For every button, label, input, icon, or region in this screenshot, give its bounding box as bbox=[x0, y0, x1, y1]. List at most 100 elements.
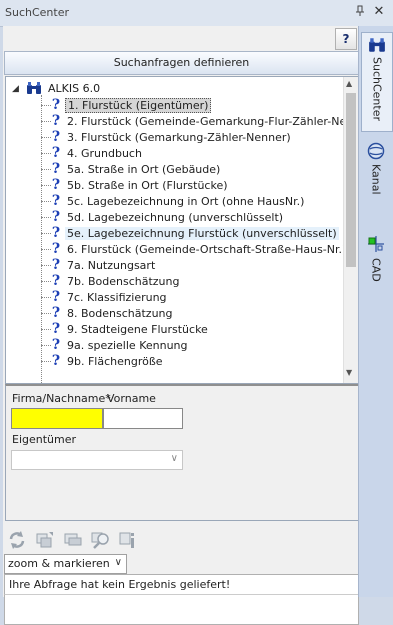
tree-item[interactable]: ? 5b. Straße in Ort (Flurstücke) bbox=[41, 177, 230, 193]
tree-connector bbox=[41, 280, 51, 282]
tree-item[interactable]: ? 9a. spezielle Kennung bbox=[41, 337, 190, 353]
tree-item-label: 5e. Lagebezeichnung Flurstück (unverschl… bbox=[65, 226, 339, 240]
tree-item-label: 5c. Lagebezeichnung in Ort (ohne HausNr.… bbox=[67, 194, 305, 208]
vorname-label: Vorname bbox=[107, 392, 156, 405]
query-help-icon: ? bbox=[51, 177, 61, 193]
query-help-icon: ? bbox=[51, 353, 61, 369]
tree-item-label: 9a. spezielle Kennung bbox=[67, 338, 188, 352]
tree-item-label: 7b. Bodenschätzung bbox=[67, 274, 180, 288]
result-list[interactable] bbox=[4, 594, 359, 625]
search-form: Firma/Nachname* Vorname Eigentümer ∨ bbox=[5, 384, 359, 521]
tree-item[interactable]: ? 1. Flurstück (Eigentümer) bbox=[41, 97, 212, 113]
tab-kanal-label: Kanal bbox=[369, 164, 383, 195]
tree-item[interactable]: ? 3. Flurstück (Gemarkung-Zähler-Nenner) bbox=[41, 129, 293, 145]
tree-item[interactable]: ? 9. Stadteigene Flurstücke bbox=[41, 321, 210, 337]
tab-cad-label: CAD bbox=[369, 258, 383, 282]
query-help-icon: ? bbox=[51, 97, 61, 113]
tree-connector bbox=[41, 136, 51, 138]
tree-item-label: 1. Flurstück (Eigentümer) bbox=[65, 97, 212, 113]
tree-connector bbox=[41, 168, 51, 170]
help-button[interactable]: ? bbox=[335, 28, 357, 50]
eigentuemer-label: Eigentümer bbox=[12, 433, 77, 446]
tree-connector bbox=[41, 184, 51, 186]
tree-item-label: 9b. Flächengröße bbox=[67, 354, 163, 368]
side-tab-bar: SuchCenter Kanal CAD bbox=[358, 26, 393, 597]
tree-connector bbox=[41, 312, 51, 314]
info-icon[interactable] bbox=[119, 530, 139, 550]
tree-connector bbox=[41, 200, 51, 202]
tree-scrollbar[interactable]: ▲ ▼ bbox=[343, 77, 358, 383]
tree-item-label: 9. Stadteigene Flurstücke bbox=[67, 322, 208, 336]
query-help-icon: ? bbox=[51, 257, 61, 273]
close-icon[interactable]: ✕ bbox=[372, 4, 386, 20]
collapse-icon[interactable]: ◢ bbox=[12, 84, 22, 94]
tree-connector bbox=[41, 344, 51, 346]
scroll-up-icon[interactable]: ▲ bbox=[346, 79, 352, 88]
query-help-icon: ? bbox=[51, 113, 61, 129]
tree-item[interactable]: ? 5d. Lagebezeichnung (unverschlüsselt) bbox=[41, 209, 285, 225]
query-help-icon: ? bbox=[51, 321, 61, 337]
tree-connector bbox=[41, 328, 51, 330]
define-queries-button[interactable]: Suchanfragen definieren bbox=[4, 51, 359, 75]
pin-icon[interactable] bbox=[354, 5, 366, 19]
query-help-icon: ? bbox=[51, 225, 61, 241]
tab-suchcenter[interactable]: SuchCenter bbox=[361, 32, 393, 132]
tree-connector bbox=[41, 248, 51, 250]
tree-connector bbox=[41, 360, 51, 362]
search-zoom-icon[interactable] bbox=[91, 530, 111, 550]
tree-root-alkis[interactable]: ◢ ALKIS 6.0 bbox=[12, 81, 100, 97]
tab-kanal[interactable]: Kanal bbox=[361, 138, 391, 218]
tree-item-label: 5b. Straße in Ort (Flurstücke) bbox=[67, 178, 228, 192]
query-help-icon: ? bbox=[51, 129, 61, 145]
tree-item[interactable]: ? 8. Bodenschätzung bbox=[41, 305, 175, 321]
tree-connector bbox=[41, 232, 51, 234]
tree-item-label: 7a. Nutzungsart bbox=[67, 258, 156, 272]
zoom-mode-select[interactable]: zoom & markieren ∨ bbox=[4, 554, 127, 574]
query-help-icon: ? bbox=[51, 145, 61, 161]
tab-cad[interactable]: CAD bbox=[361, 230, 391, 300]
tree-item[interactable]: ? 7a. Nutzungsart bbox=[41, 257, 157, 273]
window-title: SuchCenter bbox=[5, 6, 69, 19]
search-center-panel: ? Suchanfragen definieren ◢ ALKIS 6.0 ? 1… bbox=[3, 26, 359, 625]
binoculars-icon bbox=[26, 81, 42, 95]
tree-item[interactable]: ? 4. Grundbuch bbox=[41, 145, 144, 161]
tab-suchcenter-label: SuchCenter bbox=[370, 57, 384, 121]
tree-item-label: 5a. Straße in Ort (Gebäude) bbox=[67, 162, 221, 176]
query-help-icon: ? bbox=[51, 209, 61, 225]
query-help-icon: ? bbox=[51, 305, 61, 321]
query-tree[interactable]: ◢ ALKIS 6.0 ? 1. Flurstück (Eigentümer)? 2… bbox=[5, 76, 359, 384]
tree-root-label: ALKIS 6.0 bbox=[48, 81, 101, 95]
scroll-down-icon[interactable]: ▼ bbox=[346, 368, 352, 377]
firma-label: Firma/Nachname* bbox=[12, 392, 111, 405]
query-help-icon: ? bbox=[51, 193, 61, 209]
eigentuemer-select[interactable]: ∨ bbox=[11, 450, 183, 470]
tree-item[interactable]: ? 9b. Flächengröße bbox=[41, 353, 165, 369]
tree-item[interactable]: ? 5e. Lagebezeichnung Flurstück (unversch… bbox=[41, 225, 339, 241]
query-help-icon: ? bbox=[51, 161, 61, 177]
tree-item-label: 6. Flurstück (Gemeinde-Ortschaft-Straße-… bbox=[67, 242, 347, 256]
tree-connector bbox=[41, 104, 51, 106]
vorname-input[interactable] bbox=[103, 408, 183, 429]
tree-item-label: 7c. Klassifizierung bbox=[67, 290, 167, 304]
tree-connector bbox=[41, 120, 51, 122]
firma-input[interactable] bbox=[11, 408, 103, 429]
binoculars-icon bbox=[369, 38, 385, 52]
tree-item[interactable]: ? 5a. Straße in Ort (Gebäude) bbox=[41, 161, 222, 177]
zoom-mode-value: zoom & markieren bbox=[8, 557, 110, 570]
select-objects-icon[interactable] bbox=[63, 530, 83, 550]
tree-item[interactable]: ? 7b. Bodenschätzung bbox=[41, 273, 181, 289]
query-help-icon: ? bbox=[51, 273, 61, 289]
scroll-thumb[interactable] bbox=[346, 93, 356, 267]
zoom-to-selection-icon[interactable] bbox=[35, 530, 55, 550]
tree-item[interactable]: ? 5c. Lagebezeichnung in Ort (ohne HausNr… bbox=[41, 193, 306, 209]
tree-connector bbox=[41, 152, 51, 154]
kanal-icon bbox=[367, 142, 385, 160]
result-status: Ihre Abfrage hat kein Ergebnis geliefert… bbox=[4, 574, 359, 595]
refresh-icon[interactable] bbox=[7, 530, 27, 550]
tree-item[interactable]: ? 7c. Klassifizierung bbox=[41, 289, 169, 305]
tree-item-label: 4. Grundbuch bbox=[67, 146, 142, 160]
tree-item[interactable]: ? 6. Flurstück (Gemeinde-Ortschaft-Straße… bbox=[41, 241, 348, 257]
query-help-icon: ? bbox=[51, 241, 61, 257]
result-message: Ihre Abfrage hat kein Ergebnis geliefert… bbox=[9, 578, 231, 591]
tree-item[interactable]: ? 2. Flurstück (Gemeinde-Gemarkung-Flur-Z… bbox=[41, 113, 358, 129]
